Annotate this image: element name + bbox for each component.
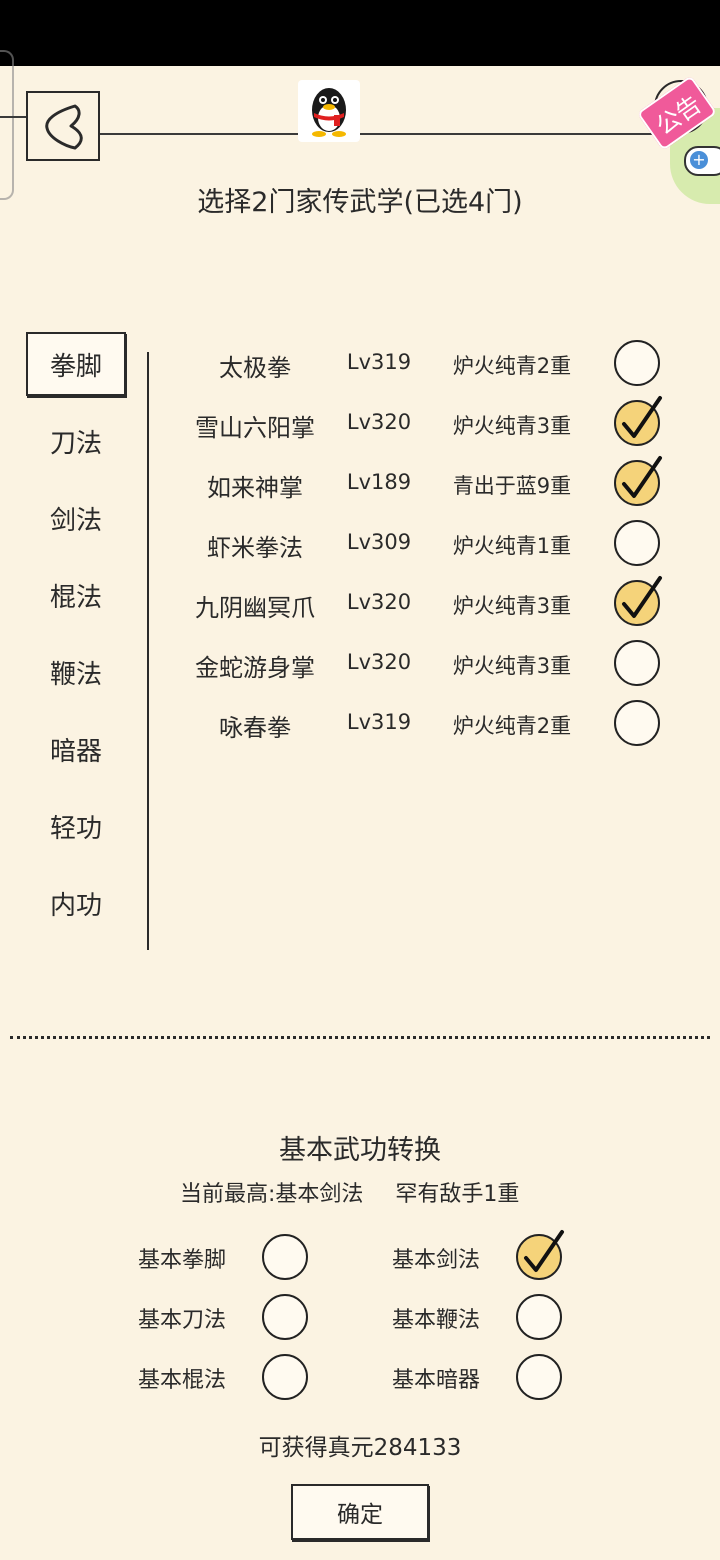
current-rank: 罕有敌手1重 [395, 1182, 520, 1207]
skill-row[interactable]: 咏春拳 Lv319 炉火纯青2重 [180, 692, 680, 752]
base-option-checkbox[interactable] [516, 1230, 564, 1280]
base-option-checkbox[interactable] [262, 1354, 308, 1400]
base-option-checkbox[interactable] [262, 1234, 308, 1280]
base-option-checkbox[interactable] [516, 1294, 562, 1340]
status-bar [0, 0, 720, 66]
header-line-left [0, 116, 26, 118]
skill-rank: 炉火纯青3重 [452, 654, 572, 678]
base-option-label: 基本刀法 [138, 1308, 227, 1333]
base-option-label: 基本鞭法 [392, 1308, 481, 1333]
skill-list: 太极拳 Lv319 炉火纯青2重 雪山六阳掌 Lv320 炉火纯青3重 如来神掌… [180, 332, 680, 752]
skill-name: 虾米拳法 [207, 534, 303, 562]
tab-anqi[interactable]: 暗器 [26, 717, 126, 781]
base-option-anqi[interactable]: 基本暗器 [384, 1348, 584, 1408]
tab-neigong[interactable]: 内功 [26, 871, 126, 935]
checkmark-icon [622, 456, 662, 498]
base-option-jianfa[interactable]: 基本剑法 [384, 1228, 584, 1288]
skill-name: 九阴幽冥爪 [195, 594, 315, 622]
base-option-label: 基本拳脚 [138, 1248, 227, 1273]
skill-name: 金蛇游身掌 [195, 654, 315, 682]
skill-name: 太极拳 [219, 354, 291, 382]
base-option-checkbox[interactable] [516, 1354, 562, 1400]
skill-level: Lv320 [346, 590, 412, 614]
page-title: 选择2门家传武学(已选4门) [197, 187, 523, 218]
checkmark-icon [622, 576, 662, 618]
base-option-daofa[interactable]: 基本刀法 [130, 1288, 330, 1348]
gain-text: 可获得真元284133 [258, 1435, 462, 1461]
tab-bianfa[interactable]: 鞭法 [26, 640, 126, 704]
skill-rank: 炉火纯青3重 [452, 414, 572, 438]
tab-daofa[interactable]: 刀法 [26, 409, 126, 473]
skill-row[interactable]: 如来神掌 Lv189 青出于蓝9重 [180, 452, 680, 512]
skill-rank: 炉火纯青1重 [452, 534, 572, 558]
base-option-gunfa[interactable]: 基本棍法 [130, 1348, 330, 1408]
back-button[interactable] [26, 91, 100, 161]
tab-divider [147, 352, 149, 950]
header-line [100, 133, 720, 135]
skill-rank: 炉火纯青2重 [452, 714, 572, 738]
checkmark-icon [622, 396, 662, 438]
skill-level: Lv320 [346, 650, 412, 674]
tab-jianfa[interactable]: 剑法 [26, 486, 126, 550]
edge-swipe-handle[interactable] [0, 50, 14, 200]
tab-gunfa[interactable]: 棍法 [26, 563, 126, 627]
category-tabs: 拳脚 刀法 剑法 棍法 鞭法 暗器 轻功 内功 [26, 332, 126, 948]
skill-level: Lv189 [346, 470, 412, 494]
skill-checkbox[interactable] [614, 576, 662, 626]
skill-name: 如来神掌 [207, 474, 303, 502]
qq-penguin-icon [312, 88, 346, 137]
base-option-bianfa[interactable]: 基本鞭法 [384, 1288, 584, 1348]
skill-rank: 炉火纯青2重 [452, 354, 572, 378]
checkmark-icon [524, 1230, 564, 1272]
skill-checkbox[interactable] [614, 700, 660, 746]
skill-level: Lv319 [346, 350, 412, 374]
notice-label: 公告 [636, 75, 718, 151]
base-option-label: 基本剑法 [392, 1248, 481, 1273]
skill-level: Lv309 [346, 530, 412, 554]
skill-level: Lv319 [346, 710, 412, 734]
skill-name: 咏春拳 [219, 714, 291, 742]
avatar[interactable] [298, 80, 360, 142]
base-option-label: 基本棍法 [138, 1368, 227, 1393]
tab-qinggong[interactable]: 轻功 [26, 794, 126, 858]
skill-row[interactable]: 太极拳 Lv319 炉火纯青2重 [180, 332, 680, 392]
skill-checkbox[interactable] [614, 340, 660, 386]
skill-checkbox[interactable] [614, 640, 660, 686]
skill-checkbox[interactable] [614, 520, 660, 566]
back-arrow-icon [45, 104, 83, 150]
conversion-title: 基本武功转换 [279, 1135, 441, 1166]
section-divider [10, 1036, 710, 1039]
skill-rank: 青出于蓝9重 [452, 474, 572, 498]
skill-row[interactable]: 虾米拳法 Lv309 炉火纯青1重 [180, 512, 680, 572]
skill-row[interactable]: 雪山六阳掌 Lv320 炉火纯青3重 [180, 392, 680, 452]
skill-row[interactable]: 九阴幽冥爪 Lv320 炉火纯青3重 [180, 572, 680, 632]
skill-rank: 炉火纯青3重 [452, 594, 572, 618]
confirm-button[interactable]: 确定 [291, 1484, 429, 1540]
current-highest: 当前最高:基本剑法 [180, 1182, 364, 1207]
tab-quanjiao[interactable]: 拳脚 [26, 332, 126, 396]
skill-level: Lv320 [346, 410, 412, 434]
base-option-checkbox[interactable] [262, 1294, 308, 1340]
conversion-status: 当前最高:基本剑法 罕有敌手1重 [180, 1176, 519, 1208]
skill-checkbox[interactable] [614, 396, 662, 446]
skill-name: 雪山六阳掌 [195, 414, 315, 442]
base-option-label: 基本暗器 [392, 1368, 481, 1393]
base-option-quanjiao[interactable]: 基本拳脚 [130, 1228, 330, 1288]
skill-row[interactable]: 金蛇游身掌 Lv320 炉火纯青3重 [180, 632, 680, 692]
skill-checkbox[interactable] [614, 456, 662, 506]
